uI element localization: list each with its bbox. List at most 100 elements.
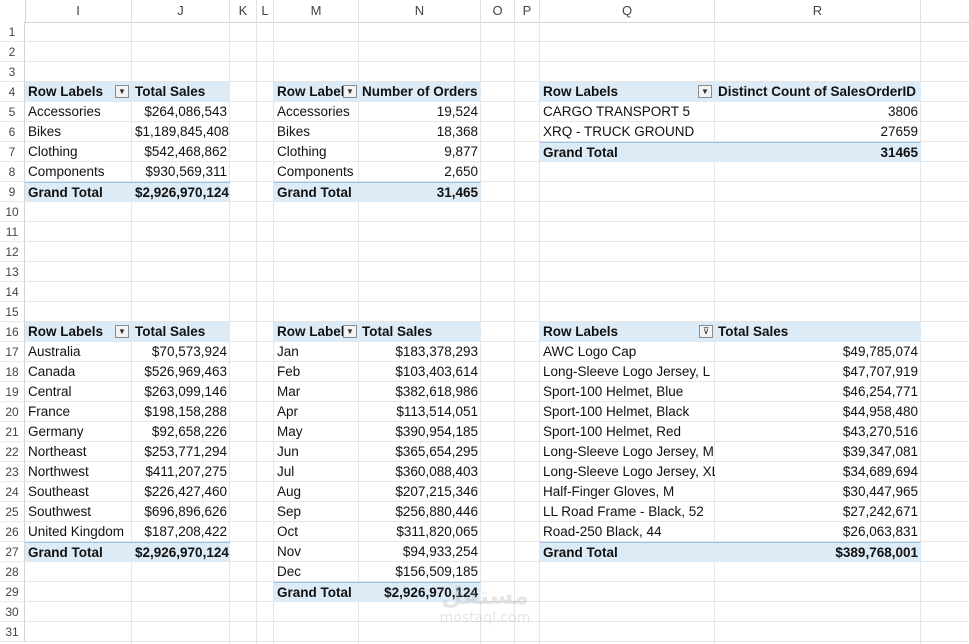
row-header[interactable]: 18 bbox=[0, 362, 25, 382]
row-header[interactable]: 5 bbox=[0, 102, 25, 122]
column-header-P[interactable]: P bbox=[515, 0, 540, 22]
row-label[interactable]: France bbox=[25, 402, 132, 422]
grand-total-label[interactable]: Grand Total bbox=[540, 542, 715, 562]
value-cell[interactable]: $207,215,346 bbox=[359, 482, 481, 502]
value-cell[interactable]: $27,242,671 bbox=[715, 502, 921, 522]
value-cell[interactable]: $94,933,254 bbox=[359, 542, 481, 562]
value-cell[interactable]: $46,254,771 bbox=[715, 382, 921, 402]
row-header[interactable]: 13 bbox=[0, 262, 25, 282]
row-label[interactable]: LL Road Frame - Black, 52 bbox=[540, 502, 715, 522]
value-cell[interactable]: $263,099,146 bbox=[132, 382, 230, 402]
row-label[interactable]: Half-Finger Gloves, M bbox=[540, 482, 715, 502]
row-label[interactable]: Feb bbox=[274, 362, 359, 382]
value-cell[interactable]: $360,088,403 bbox=[359, 462, 481, 482]
row-header[interactable]: 14 bbox=[0, 282, 25, 302]
value-cell[interactable]: $930,569,311 bbox=[132, 162, 230, 182]
row-header[interactable]: 21 bbox=[0, 422, 25, 442]
column-header-L[interactable]: L bbox=[257, 0, 274, 22]
column-header-I[interactable]: I bbox=[25, 0, 132, 22]
dropdown-arrow-icon[interactable]: ▼ bbox=[343, 325, 357, 338]
row-header[interactable]: 25 bbox=[0, 502, 25, 522]
grand-total-value[interactable]: $2,926,970,124 bbox=[132, 182, 230, 202]
value-cell[interactable]: $542,468,862 bbox=[132, 142, 230, 162]
row-header[interactable]: 6 bbox=[0, 122, 25, 142]
value-cell[interactable]: $226,427,460 bbox=[132, 482, 230, 502]
row-header[interactable]: 4 bbox=[0, 82, 25, 102]
row-header[interactable]: 27 bbox=[0, 542, 25, 562]
value-cell[interactable]: $390,954,185 bbox=[359, 422, 481, 442]
row-header[interactable]: 16 bbox=[0, 322, 25, 342]
row-label[interactable]: Canada bbox=[25, 362, 132, 382]
row-label[interactable]: Jul bbox=[274, 462, 359, 482]
row-header[interactable]: 17 bbox=[0, 342, 25, 362]
row-header[interactable]: 26 bbox=[0, 522, 25, 542]
row-label[interactable]: Sport-100 Helmet, Red bbox=[540, 422, 715, 442]
select-all-corner[interactable] bbox=[0, 0, 26, 22]
grand-total-label[interactable]: Grand Total bbox=[25, 182, 132, 202]
filter-sort-icon[interactable]: ⊽ bbox=[699, 325, 713, 338]
row-header[interactable]: 22 bbox=[0, 442, 25, 462]
column-header-O[interactable]: O bbox=[481, 0, 515, 22]
row-header[interactable]: 29 bbox=[0, 582, 25, 602]
value-cell[interactable]: 9,877 bbox=[359, 142, 481, 162]
value-cell[interactable]: $696,896,626 bbox=[132, 502, 230, 522]
value-cell[interactable]: $44,958,480 bbox=[715, 402, 921, 422]
grand-total-value[interactable]: $2,926,970,124 bbox=[132, 542, 230, 562]
value-cell[interactable]: $39,347,081 bbox=[715, 442, 921, 462]
dropdown-arrow-icon[interactable]: ▼ bbox=[115, 85, 129, 98]
value-cell[interactable]: $256,880,446 bbox=[359, 502, 481, 522]
value-cell[interactable]: $43,270,516 bbox=[715, 422, 921, 442]
row-label[interactable]: Northeast bbox=[25, 442, 132, 462]
value-cell[interactable]: $103,403,614 bbox=[359, 362, 481, 382]
column-header-Q[interactable]: Q bbox=[540, 0, 715, 22]
row-label[interactable]: Oct bbox=[274, 522, 359, 542]
row-label[interactable]: Long-Sleeve Logo Jersey, XL bbox=[540, 462, 715, 482]
row-header[interactable]: 3 bbox=[0, 62, 25, 82]
column-header-N[interactable]: N bbox=[359, 0, 481, 22]
value-cell[interactable]: $526,969,463 bbox=[132, 362, 230, 382]
row-label[interactable]: Components bbox=[25, 162, 132, 182]
column-header-J[interactable]: J bbox=[132, 0, 230, 22]
value-cell[interactable]: 27659 bbox=[715, 122, 921, 142]
row-label[interactable]: Australia bbox=[25, 342, 132, 362]
value-cell[interactable]: $198,158,288 bbox=[132, 402, 230, 422]
value-cell[interactable]: $49,785,074 bbox=[715, 342, 921, 362]
column-header-M[interactable]: M bbox=[274, 0, 359, 22]
value-cell[interactable]: $264,086,543 bbox=[132, 102, 230, 122]
row-header[interactable]: 11 bbox=[0, 222, 25, 242]
row-header[interactable]: 28 bbox=[0, 562, 25, 582]
dropdown-arrow-icon[interactable]: ▼ bbox=[343, 85, 357, 98]
row-label[interactable]: Aug bbox=[274, 482, 359, 502]
row-label[interactable]: Dec bbox=[274, 562, 359, 582]
row-label[interactable]: Northwest bbox=[25, 462, 132, 482]
row-header[interactable]: 12 bbox=[0, 242, 25, 262]
value-cell[interactable]: $34,689,694 bbox=[715, 462, 921, 482]
row-header[interactable]: 7 bbox=[0, 142, 25, 162]
value-cell[interactable]: $187,208,422 bbox=[132, 522, 230, 542]
row-label[interactable]: Accessories bbox=[25, 102, 132, 122]
value-cell[interactable]: $92,658,226 bbox=[132, 422, 230, 442]
row-header[interactable]: 9 bbox=[0, 182, 25, 202]
grand-total-value[interactable]: 31,465 bbox=[359, 182, 481, 202]
grand-total-value[interactable]: $389,768,001 bbox=[715, 542, 921, 562]
row-label[interactable]: Apr bbox=[274, 402, 359, 422]
column-header-R[interactable]: R bbox=[715, 0, 921, 22]
row-label[interactable]: Jan bbox=[274, 342, 359, 362]
value-cell[interactable]: $253,771,294 bbox=[132, 442, 230, 462]
value-cell[interactable]: $411,207,275 bbox=[132, 462, 230, 482]
row-header[interactable]: 2 bbox=[0, 42, 25, 62]
row-label[interactable]: Southeast bbox=[25, 482, 132, 502]
row-label[interactable]: Sport-100 Helmet, Blue bbox=[540, 382, 715, 402]
pivot-header-row-labels[interactable]: Row Labels bbox=[540, 82, 715, 102]
row-label[interactable]: Road-250 Black, 44 bbox=[540, 522, 715, 542]
row-label[interactable]: CARGO TRANSPORT 5 bbox=[540, 102, 715, 122]
row-label[interactable]: Jun bbox=[274, 442, 359, 462]
row-label[interactable]: Southwest bbox=[25, 502, 132, 522]
pivot-header-row-labels[interactable]: Row Labels bbox=[540, 322, 715, 342]
value-cell[interactable]: $30,447,965 bbox=[715, 482, 921, 502]
row-header[interactable]: 1 bbox=[0, 22, 25, 42]
row-label[interactable]: United Kingdom bbox=[25, 522, 132, 542]
row-label[interactable]: Sport-100 Helmet, Black bbox=[540, 402, 715, 422]
value-cell[interactable]: $183,378,293 bbox=[359, 342, 481, 362]
value-cell[interactable]: $365,654,295 bbox=[359, 442, 481, 462]
